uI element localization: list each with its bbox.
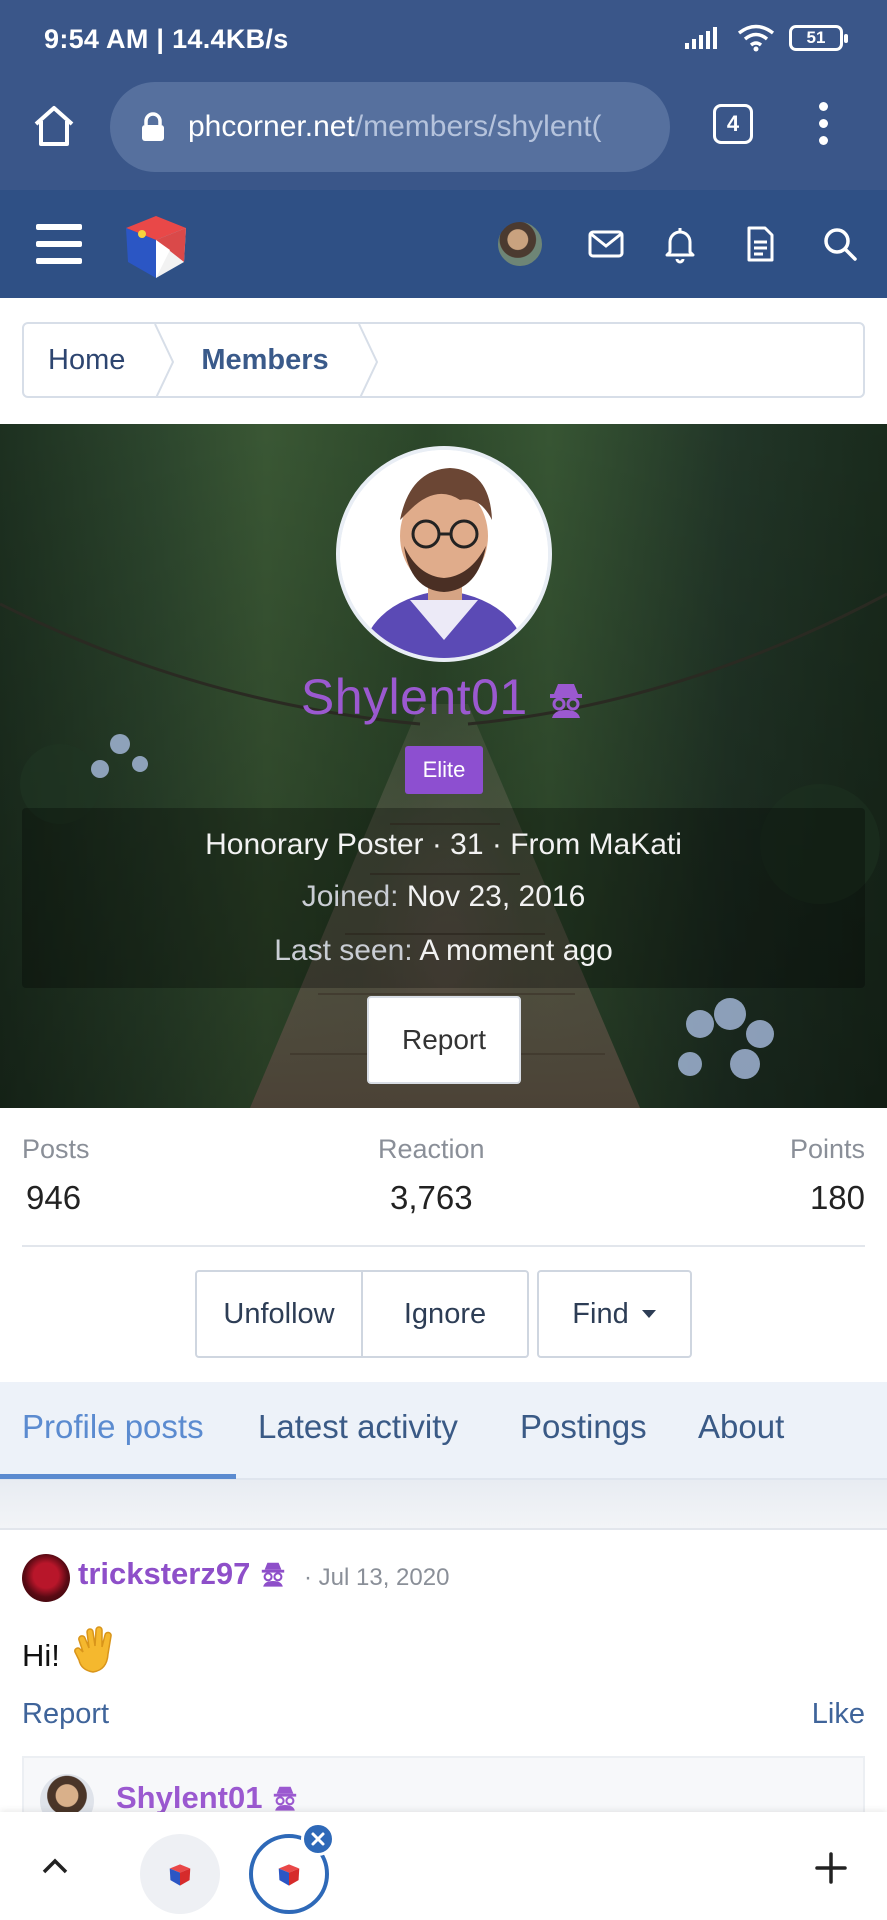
site-favicon <box>169 1864 191 1886</box>
address-bar[interactable]: phcorner.net/members/shylent( <box>110 82 670 172</box>
caret-down-icon <box>641 1310 656 1318</box>
breadcrumb-members[interactable]: Members <box>175 324 356 396</box>
post-reply: Shylent01 <box>22 1756 865 1828</box>
status-bar: 9:54 AM | 14.4KB/s 51 <box>0 0 887 76</box>
divider <box>22 1245 865 1247</box>
post-author-name: tricksterz97 <box>78 1556 251 1591</box>
post-report-link[interactable]: Report <box>22 1698 109 1731</box>
joined-value: Nov 23, 2016 <box>406 880 586 913</box>
ignore-button[interactable]: Ignore <box>361 1272 527 1356</box>
user-title-badge: Elite <box>405 746 483 794</box>
url-path: /members/shylent( <box>354 110 602 143</box>
post-like-link[interactable]: Like <box>812 1698 865 1731</box>
stat-value: 180 <box>809 1179 865 1216</box>
profile-avatar[interactable] <box>336 446 552 662</box>
stat-reaction[interactable]: Reaction 3,763 <box>378 1134 485 1217</box>
bell-icon[interactable] <box>658 222 702 266</box>
post-author-avatar[interactable] <box>22 1554 70 1602</box>
spy-icon <box>550 684 583 718</box>
wifi-icon <box>737 24 775 52</box>
document-icon[interactable] <box>738 222 782 266</box>
breadcrumb-separator <box>357 324 378 396</box>
battery-indicator: 51 <box>789 25 848 51</box>
site-logo[interactable] <box>118 206 194 282</box>
spy-icon <box>261 1562 285 1587</box>
tabs-spacer <box>0 1480 887 1528</box>
post-date[interactable]: · Jul 13, 2020 <box>304 1564 449 1592</box>
profile-joined: Joined: Nov 23, 2016 <box>0 880 887 914</box>
profile-tabs: Profile posts Latest activity Postings A… <box>0 1382 887 1480</box>
tab-thumbnail[interactable] <box>140 1834 220 1914</box>
stat-label: Reaction <box>378 1134 485 1164</box>
profile-username-text: Shylent01 <box>300 669 528 725</box>
plus-icon[interactable] <box>813 1850 849 1886</box>
report-profile-button[interactable]: Report <box>367 996 521 1084</box>
search-icon[interactable] <box>818 222 862 266</box>
tab-postings[interactable]: Postings <box>520 1408 647 1446</box>
breadcrumb-separator <box>154 324 175 396</box>
lock-icon <box>142 112 164 141</box>
page: 9:54 AM | 14.4KB/s 51 phcorner.net/membe… <box>0 0 887 1920</box>
stat-points[interactable]: Points 180 <box>790 1134 865 1217</box>
site-favicon <box>278 1864 300 1886</box>
reply-author[interactable]: Shylent01 <box>116 1780 299 1816</box>
user-avatar[interactable] <box>496 220 544 268</box>
chevron-up-icon[interactable] <box>38 1850 72 1884</box>
follow-ignore-group: Unfollow Ignore <box>195 1270 529 1358</box>
more-vert-icon[interactable] <box>815 102 831 150</box>
stat-label: Points <box>789 1134 865 1164</box>
waving-hand-icon <box>73 1626 112 1673</box>
breadcrumb: Home Members <box>22 322 865 398</box>
stat-value: 946 <box>26 1179 82 1216</box>
last-seen-value: A moment ago <box>419 934 613 967</box>
spy-icon <box>273 1786 297 1811</box>
joined-label: Joined: <box>301 880 399 913</box>
close-icon[interactable] <box>301 1822 335 1856</box>
post-text: Hi! <box>22 1638 60 1673</box>
profile-post: tricksterz97 · Jul 13, 2020 Hi! Report L… <box>0 1528 887 1828</box>
browser-bottom-bar <box>0 1812 887 1920</box>
status-time: 9:54 AM | 14.4KB/s <box>44 24 289 54</box>
tab-switcher-button[interactable]: 4 <box>713 104 753 144</box>
active-tab-indicator <box>0 1474 236 1479</box>
breadcrumb-home[interactable]: Home <box>24 324 153 396</box>
unfollow-button[interactable]: Unfollow <box>197 1272 361 1356</box>
post-author[interactable]: tricksterz97 <box>78 1556 287 1592</box>
profile-last-seen: Last seen: A moment ago <box>0 934 887 968</box>
stat-posts[interactable]: Posts 946 <box>22 1134 90 1217</box>
url-host: phcorner.net <box>188 110 355 143</box>
avatar-illustration <box>340 450 548 658</box>
profile-username: Shylent01 <box>0 668 887 726</box>
find-label: Find <box>572 1297 629 1330</box>
stat-label: Posts <box>22 1134 90 1164</box>
signal-icon <box>685 27 717 49</box>
tab-latest-activity[interactable]: Latest activity <box>258 1408 458 1446</box>
profile-details: Honorary Poster · 31 · From MaKati <box>205 828 682 861</box>
menu-icon[interactable] <box>36 224 82 264</box>
stat-value: 3,763 <box>389 1179 473 1216</box>
site-header <box>0 190 887 298</box>
status-icons: 51 <box>683 24 848 52</box>
profile-stats: Posts 946 Reaction 3,763 Points 180 <box>22 1134 865 1246</box>
tab-about[interactable]: About <box>698 1408 784 1446</box>
last-seen-label: Last seen: <box>274 934 413 967</box>
home-icon[interactable] <box>30 102 78 150</box>
find-dropdown-button[interactable]: Find <box>537 1270 692 1358</box>
browser-toolbar: phcorner.net/members/shylent( 4 <box>0 76 887 190</box>
post-content: Hi! <box>22 1626 117 1674</box>
mail-icon[interactable] <box>584 222 628 266</box>
tab-profile-posts[interactable]: Profile posts <box>22 1408 204 1446</box>
reply-author-name: Shylent01 <box>116 1780 263 1815</box>
url-text: phcorner.net/members/shylent( <box>188 110 602 144</box>
